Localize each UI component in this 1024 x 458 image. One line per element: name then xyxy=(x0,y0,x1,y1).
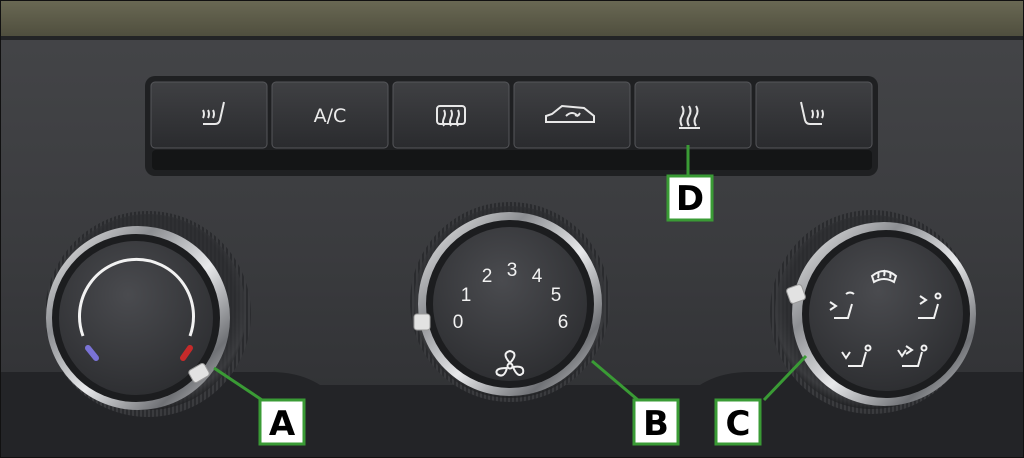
temperature-knob[interactable] xyxy=(45,211,251,417)
ac-button[interactable]: A/C xyxy=(271,81,389,149)
fan-speed-0: 0 xyxy=(453,312,464,333)
button-bar-shadow xyxy=(152,150,872,170)
rear-window-heating-button[interactable] xyxy=(392,81,510,149)
fan-speed-knob[interactable]: 0 1 2 3 4 5 6 xyxy=(410,202,610,402)
fan-speed-6: 6 xyxy=(558,312,569,333)
callout-b-label: B xyxy=(643,404,669,444)
seat-heating-left-button[interactable] xyxy=(150,81,268,149)
recirculation-button[interactable] xyxy=(513,81,631,149)
fan-speed-knob-face xyxy=(433,227,587,381)
fan-speed-1: 1 xyxy=(461,285,472,306)
fan-speed-3: 3 xyxy=(507,260,518,281)
fan-speed-pointer xyxy=(413,313,431,331)
fan-speed-4: 4 xyxy=(532,266,543,287)
ac-button-label: A/C xyxy=(314,105,347,127)
fan-speed-2: 2 xyxy=(482,266,493,287)
air-distribution-knob-face xyxy=(809,237,963,391)
dashboard-trim xyxy=(0,0,1024,38)
callout-a-label: A xyxy=(269,404,296,444)
climate-control-panel: A/C D A 0 1 2 3 4 5 6 B C xyxy=(0,0,1024,458)
callout-d-label: D xyxy=(676,179,704,219)
fan-speed-5: 5 xyxy=(551,285,562,306)
trim-edge xyxy=(0,36,1024,40)
callout-c-label: C xyxy=(726,404,751,444)
panel-scene: A/C D A 0 1 2 3 4 5 6 B C xyxy=(0,0,1024,458)
seat-heating-right-button[interactable] xyxy=(755,81,873,149)
heating-button[interactable] xyxy=(634,81,752,149)
